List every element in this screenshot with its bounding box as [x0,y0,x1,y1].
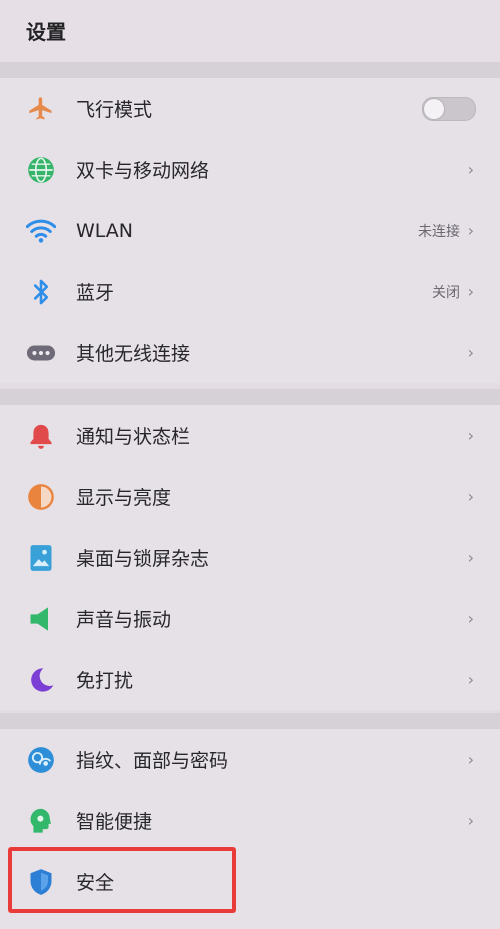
bluetooth-icon [26,277,56,307]
bell-icon [26,421,56,451]
moon-icon [26,665,56,695]
setting-sound-vibration[interactable]: 声音与振动 › [0,588,500,649]
group-separator [0,62,500,78]
setting-wlan[interactable]: WLAN 未连接 › [0,200,500,261]
chevron-right-icon: › [467,811,474,830]
globe-icon [26,155,56,185]
chevron-right-icon: › [467,548,474,567]
more-connections-icon [26,338,56,368]
setting-label: 通知与状态栏 [76,426,191,448]
setting-label: 免打扰 [76,670,134,692]
speaker-icon [26,604,56,634]
chevron-right-icon: › [467,282,474,301]
setting-dual-sim-mobile-network[interactable]: 双卡与移动网络 › [0,139,500,200]
setting-do-not-disturb[interactable]: 免打扰 › [0,649,500,710]
group-separator [0,389,500,405]
header: 设置 [0,0,500,62]
airplane-mode-toggle[interactable] [422,96,476,121]
setting-bluetooth[interactable]: 蓝牙 关闭 › [0,261,500,322]
airplane-icon [26,94,56,124]
wifi-icon [26,216,56,246]
setting-display-brightness[interactable]: 显示与亮度 › [0,466,500,527]
chevron-right-icon: › [467,343,474,362]
settings-group-network: 飞行模式 双卡与移动网络 › WLAN 未连接 › 蓝牙 关闭 › 其他无线连接… [0,78,500,383]
settings-group-display-sound: 通知与状态栏 › 显示与亮度 › 桌面与锁屏杂志 › 声音与振动 › 免打扰 › [0,405,500,710]
setting-label: 蓝牙 [76,282,115,304]
setting-other-wireless[interactable]: 其他无线连接 › [0,322,500,383]
chevron-right-icon: › [467,221,474,240]
brightness-icon [26,482,56,512]
chevron-right-icon: › [467,426,474,445]
setting-label: 飞行模式 [76,99,153,121]
setting-label: 智能便捷 [76,811,153,833]
setting-label: 桌面与锁屏杂志 [76,548,210,570]
setting-airplane-mode[interactable]: 飞行模式 [0,78,500,139]
setting-label: 其他无线连接 [76,343,191,365]
toggle-knob [424,98,444,119]
setting-notifications-status-bar[interactable]: 通知与状态栏 › [0,405,500,466]
setting-smart-assist[interactable]: 智能便捷 › [0,790,500,851]
setting-desktop-lockscreen[interactable]: 桌面与锁屏杂志 › [0,527,500,588]
smart-assist-icon [26,806,56,836]
setting-label: WLAN [76,219,134,242]
group-separator [0,713,500,729]
setting-label: 双卡与移动网络 [76,160,210,182]
fingerprint-face-icon [26,745,56,775]
chevron-right-icon: › [467,487,474,506]
bluetooth-status: 关闭 [432,284,460,301]
security-highlight-box [8,847,236,913]
chevron-right-icon: › [467,670,474,689]
chevron-right-icon: › [467,609,474,628]
setting-label: 指纹、面部与密码 [76,750,229,772]
setting-label: 显示与亮度 [76,487,172,509]
wlan-status: 未连接 [418,223,460,240]
chevron-right-icon: › [467,160,474,179]
wallpaper-icon [26,543,56,573]
setting-label: 声音与振动 [76,609,172,631]
page-title: 设置 [26,20,66,44]
setting-fingerprint-face-password[interactable]: 指纹、面部与密码 › [0,729,500,790]
chevron-right-icon: › [467,750,474,769]
